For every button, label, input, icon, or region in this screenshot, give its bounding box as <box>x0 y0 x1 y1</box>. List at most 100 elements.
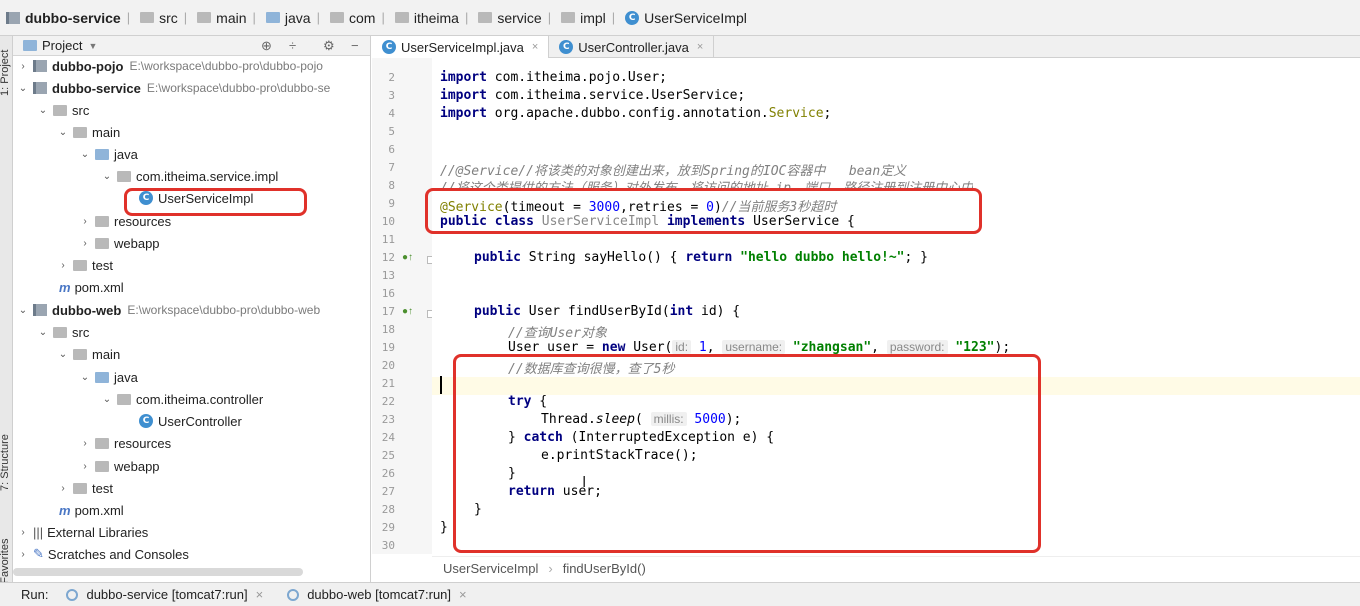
tree-item-package-controller[interactable]: ⌄ com.itheima.controller <box>101 388 263 410</box>
implement-marker-icon[interactable]: ●↑ <box>402 252 413 263</box>
close-icon[interactable]: × <box>532 41 538 53</box>
code-line-19-comment: //查询User对象 <box>508 326 607 341</box>
tree-item-package-service-impl[interactable]: ⌄ com.itheima.service.impl <box>101 165 279 187</box>
tree-item-pom[interactable]: m pom.xml <box>59 499 124 521</box>
folder-icon <box>561 12 576 23</box>
line-number: 21 <box>381 377 395 390</box>
line-number: 4 <box>388 107 395 120</box>
tree-item-main[interactable]: ⌄ main <box>57 121 120 143</box>
line-number: 8 <box>388 179 395 192</box>
libraries-icon: ||| <box>33 524 44 540</box>
run-tab-dubbo-service[interactable]: dubbo-service [tomcat7:run] × <box>66 587 263 602</box>
project-pane: Project ▼ ⊕ ÷ ⚙ − › dubbo-pojo E:\workspac… <box>13 36 371 582</box>
navigation-breadcrumb: dubbo-service | src | main | java | com | ith… <box>0 0 1360 36</box>
crumb-itheima[interactable]: itheima | <box>394 10 475 26</box>
tree-item-external-libraries[interactable]: › ||| External Libraries <box>17 521 148 543</box>
tree-item-scratches[interactable]: › ✎ Scratches and Consoles <box>17 543 189 565</box>
line-number: 25 <box>381 449 395 462</box>
code-line-3: import com.itheima.service.UserService; <box>440 88 746 103</box>
tree-item-java[interactable]: ⌄ java <box>79 143 138 165</box>
maven-icon: m <box>59 279 71 295</box>
scratches-icon: ✎ <box>33 546 44 561</box>
line-number: 10 <box>381 215 395 228</box>
structure-tool-button[interactable]: 7: Structure <box>0 434 11 491</box>
gear-icon[interactable]: ⚙ <box>323 38 335 54</box>
crumb-service[interactable]: service | <box>478 10 557 26</box>
tree-item-webapp[interactable]: › webapp <box>79 232 159 254</box>
line-number: 17 <box>381 305 395 318</box>
code-line-2: import com.itheima.pojo.User; <box>440 70 667 85</box>
project-icon <box>23 40 37 51</box>
line-number: 23 <box>381 413 395 426</box>
tomcat-icon <box>66 588 79 601</box>
tree-item-webapp[interactable]: › webapp <box>79 455 159 477</box>
hide-icon[interactable]: − <box>351 38 359 53</box>
line-number: 28 <box>381 503 395 516</box>
crumb-main[interactable]: main | <box>197 10 262 26</box>
tree-item-usercontroller[interactable]: C UserController <box>139 410 242 432</box>
module-icon <box>33 82 47 94</box>
close-icon[interactable]: × <box>697 41 703 53</box>
tree-item-java[interactable]: ⌄ java <box>79 366 138 388</box>
line-number: 5 <box>388 125 395 138</box>
line-number: 27 <box>381 485 395 498</box>
chevron-down-icon[interactable]: ▼ <box>88 41 97 51</box>
line-number: 2 <box>388 71 395 84</box>
run-tab-dubbo-web[interactable]: dubbo-web [tomcat7:run] × <box>287 587 467 602</box>
folder-icon <box>95 215 109 227</box>
param-hint: password: <box>886 340 948 354</box>
horizontal-scrollbar[interactable] <box>13 568 303 576</box>
crumb-module[interactable]: dubbo-service | <box>6 10 136 26</box>
highlight-box-sleep <box>453 354 1041 553</box>
crumb-com[interactable]: com | <box>329 10 391 26</box>
locate-icon[interactable]: ⊕ <box>261 38 272 54</box>
tree-item-dubbo-service[interactable]: ⌄ dubbo-service E:\workspace\dubbo-pro\dub… <box>17 77 331 99</box>
tab-userserviceimpl[interactable]: C UserServiceImpl.java × <box>372 36 550 58</box>
tab-usercontroller[interactable]: C UserController.java × <box>549 36 715 58</box>
implement-marker-icon[interactable]: ●↑ <box>402 306 413 317</box>
crumb-src[interactable]: src | <box>140 10 193 26</box>
folder-icon <box>95 460 109 472</box>
folder-icon <box>95 437 109 449</box>
tree-item-resources[interactable]: › resources <box>79 432 171 454</box>
tree-item-dubbo-pojo[interactable]: › dubbo-pojo E:\workspace\dubbo-pro\dubbo-… <box>17 55 323 77</box>
folder-icon <box>73 126 87 138</box>
folder-icon <box>95 371 109 383</box>
close-icon[interactable]: × <box>459 587 467 602</box>
project-pane-title[interactable]: Project <box>42 38 82 53</box>
folder-icon <box>394 12 409 23</box>
folder-icon <box>197 12 212 23</box>
tree-item-src[interactable]: ⌄ src <box>37 99 90 121</box>
package-icon <box>117 170 131 182</box>
folder-icon <box>95 148 109 160</box>
tree-item-main[interactable]: ⌄ main <box>57 343 120 365</box>
tree-item-dubbo-web[interactable]: ⌄ dubbo-web E:\workspace\dubbo-pro\dubbo-w… <box>17 299 320 321</box>
folder-icon <box>73 348 87 360</box>
class-icon: C <box>559 40 574 54</box>
editor-tab-bar: C UserServiceImpl.java × C UserController.j… <box>372 36 1360 58</box>
project-pane-header: Project ▼ ⊕ ÷ ⚙ − <box>13 36 370 56</box>
folder-icon <box>95 237 109 249</box>
tree-item-resources[interactable]: › resources <box>79 210 171 232</box>
project-tool-button[interactable]: 1: Project <box>0 50 11 96</box>
line-number: 11 <box>381 233 395 246</box>
line-number: 9 <box>388 197 395 210</box>
folder-icon <box>329 12 344 23</box>
line-number: 30 <box>381 539 395 552</box>
crumb-impl[interactable]: impl | <box>561 10 621 26</box>
folder-icon <box>53 104 67 116</box>
crumb-java[interactable]: java | <box>265 10 326 26</box>
folder-icon <box>73 482 87 494</box>
tree-item-test[interactable]: › test <box>57 254 113 276</box>
collapse-icon[interactable]: ÷ <box>289 38 296 53</box>
crumb-class[interactable]: C UserServiceImpl <box>625 10 747 26</box>
code-line-18: public User findUserById(int id) { <box>474 304 741 319</box>
tree-item-pom[interactable]: m pom.xml <box>59 276 124 298</box>
tree-item-src[interactable]: ⌄ src <box>37 321 90 343</box>
tree-item-test[interactable]: › test <box>57 477 113 499</box>
crumb-method[interactable]: findUserById() <box>563 561 646 576</box>
line-number: 12 <box>381 251 395 264</box>
close-icon[interactable]: × <box>256 587 264 602</box>
crumb-class[interactable]: UserServiceImpl <box>443 561 538 576</box>
package-icon <box>117 393 131 405</box>
